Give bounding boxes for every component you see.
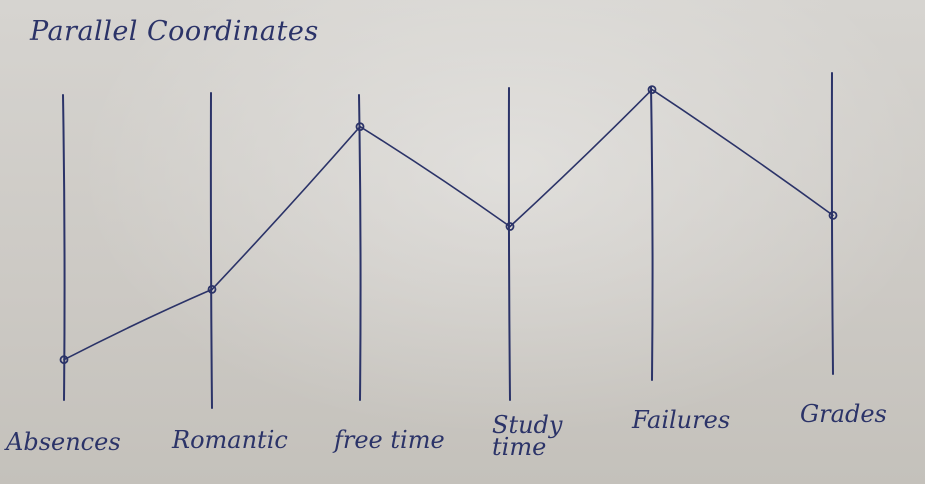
axis-label-study-time: Study time	[492, 411, 563, 461]
segment-study-time-to-failures	[509, 88, 653, 228]
axis-line-study-time	[507, 87, 511, 401]
axis-label-free-time: free time	[334, 426, 445, 454]
data-points-group	[59, 85, 838, 365]
segment-failures-to-grades	[651, 88, 834, 217]
axis-label-grades: Grades	[800, 400, 887, 428]
axis-line-failures	[650, 86, 654, 381]
axis-label-romantic: Romantic	[172, 426, 288, 454]
axes-group	[62, 72, 834, 409]
axis-line-free-time	[358, 94, 362, 401]
segment-absences-to-romantic	[63, 288, 213, 361]
axis-line-romantic	[209, 92, 213, 409]
axis-label-absences: Absences	[6, 428, 121, 456]
axis-label-failures: Failures	[632, 406, 731, 434]
data-polyline-group	[63, 88, 834, 361]
segment-romantic-to-free-time	[211, 125, 361, 291]
segment-free-time-to-study-time	[359, 125, 511, 228]
axis-line-grades	[830, 72, 834, 375]
parallel-coordinates-plot	[59, 72, 838, 409]
axis-line-absences	[62, 94, 66, 401]
